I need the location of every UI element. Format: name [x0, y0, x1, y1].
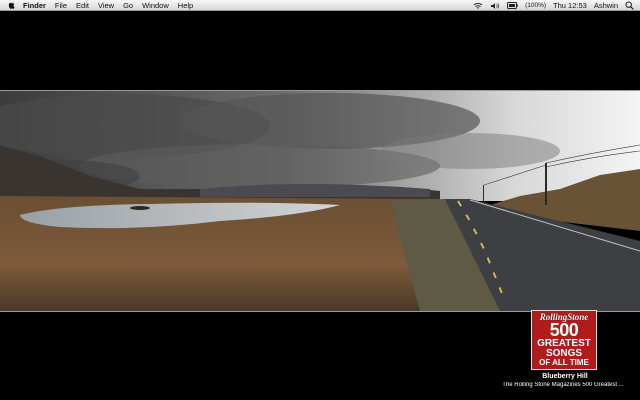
menu-file[interactable]: File	[55, 0, 67, 11]
menu-app-name[interactable]: Finder	[23, 0, 46, 11]
album-art[interactable]: RollingStone 500 GREATEST SONGS OF ALL T…	[531, 310, 597, 370]
menu-clock[interactable]: Thu 12:53	[553, 1, 587, 10]
menu-user[interactable]: Ashwin	[594, 1, 618, 10]
menu-go[interactable]: Go	[123, 0, 133, 11]
track-title: Blueberry Hill	[542, 373, 588, 380]
battery-icon[interactable]	[507, 2, 518, 9]
spotlight-icon[interactable]	[625, 1, 634, 10]
volume-icon[interactable]	[490, 2, 500, 10]
status-area: (100%) Thu 12:53 Ashwin	[473, 0, 634, 11]
menu-bar: Finder File Edit View Go Window Help (10…	[0, 0, 640, 11]
wifi-icon[interactable]	[473, 2, 483, 10]
album-line-3: OF ALL TIME	[539, 358, 589, 367]
album-number: 500	[549, 320, 579, 340]
track-album: The Rolling Stone Magazines 500 Greatest…	[502, 382, 624, 388]
menu-help[interactable]: Help	[178, 0, 193, 11]
menu-window[interactable]: Window	[142, 0, 169, 11]
battery-percent: (100%)	[525, 2, 547, 9]
panorama-photo	[0, 90, 640, 312]
menu-view[interactable]: View	[98, 0, 114, 11]
menu-edit[interactable]: Edit	[76, 0, 89, 11]
apple-icon[interactable]	[8, 1, 16, 10]
